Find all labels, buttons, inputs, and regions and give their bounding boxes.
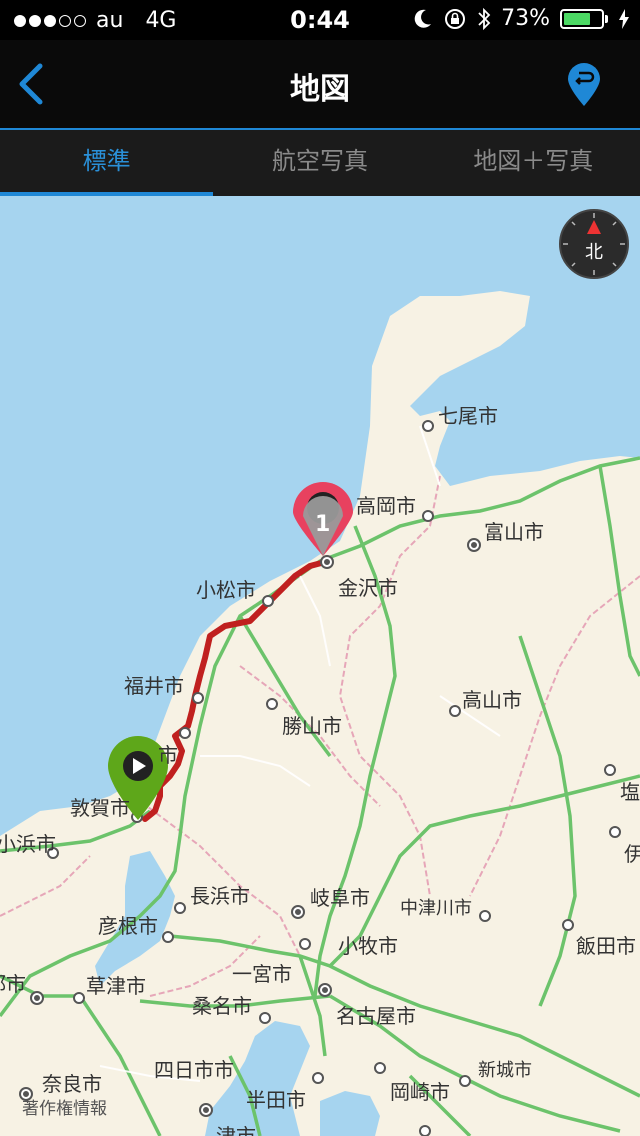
end-pin-label: 1 — [315, 512, 331, 537]
city-label: 都市 — [0, 972, 26, 996]
compass-button[interactable]: 北 — [558, 208, 630, 280]
city-label: 彦根市 — [98, 914, 158, 938]
city-label: 岐阜市 — [310, 886, 370, 910]
map-type-tabs: 標準 航空写真 地図＋写真 — [0, 128, 640, 196]
city-label: 一宮市 — [232, 962, 292, 986]
city-label: 岡崎市 — [390, 1080, 450, 1104]
city-label: 高岡市 — [356, 494, 416, 518]
city-label: 四日市市 — [154, 1058, 234, 1082]
city-label: 桑名市 — [192, 994, 252, 1018]
route-pin-icon — [568, 63, 600, 106]
navigation-bar: 地図 — [0, 40, 640, 128]
city-label: 塩 — [620, 780, 640, 804]
tab-standard[interactable]: 標準 — [0, 130, 214, 196]
city-label: 奈良市 — [42, 1072, 102, 1096]
page-title: 地図 — [290, 72, 350, 107]
city-label: 勝山市 — [282, 714, 342, 738]
tab-satellite[interactable]: 航空写真 — [213, 130, 426, 196]
rotation-lock-icon — [445, 8, 466, 29]
city-label: 小牧市 — [338, 934, 398, 958]
city-label: 小浜市 — [0, 832, 56, 856]
city-label: 中津川市 — [400, 898, 472, 919]
charging-bolt-icon — [619, 8, 629, 29]
city-label: 富山市 — [484, 520, 544, 544]
city-label: 名古屋市 — [336, 1004, 416, 1028]
city-label: 小松市 — [196, 578, 256, 602]
city-label: 敦賀市 — [70, 796, 130, 820]
city-label: 七尾市 — [438, 404, 498, 428]
city-label: 伊 — [624, 842, 640, 866]
copyright-link[interactable]: 著作権情報 — [22, 1094, 107, 1119]
status-bar: au 4G 0:44 73% — [0, 0, 640, 40]
city-label: 高山市 — [462, 688, 522, 712]
battery-icon — [560, 8, 604, 29]
bluetooth-icon — [478, 7, 491, 30]
city-label: 長浜市 — [190, 884, 250, 908]
city-label: 金沢市 — [338, 576, 398, 600]
moon-icon — [414, 9, 432, 28]
compass-label: 北 — [585, 242, 603, 263]
city-label: 飯田市 — [576, 934, 636, 958]
city-label: 津市 — [216, 1124, 256, 1136]
route-pin-button[interactable] — [566, 62, 602, 108]
city-label: 草津市 — [86, 974, 146, 998]
status-bar-right: 73% — [413, 6, 630, 31]
city-label: 半田市 — [246, 1088, 306, 1112]
city-label: 市 — [158, 743, 178, 767]
tab-hybrid[interactable]: 地図＋写真 — [427, 130, 640, 196]
city-label: 新城市 — [478, 1060, 532, 1081]
battery-percent: 73% — [501, 6, 550, 31]
city-label: 福井市 — [124, 674, 184, 698]
map-view[interactable]: 1 七尾市 高岡市 富山市 小松市 金沢市 福井市 高山市 勝山市 市 敦賀市 … — [0, 196, 640, 1136]
